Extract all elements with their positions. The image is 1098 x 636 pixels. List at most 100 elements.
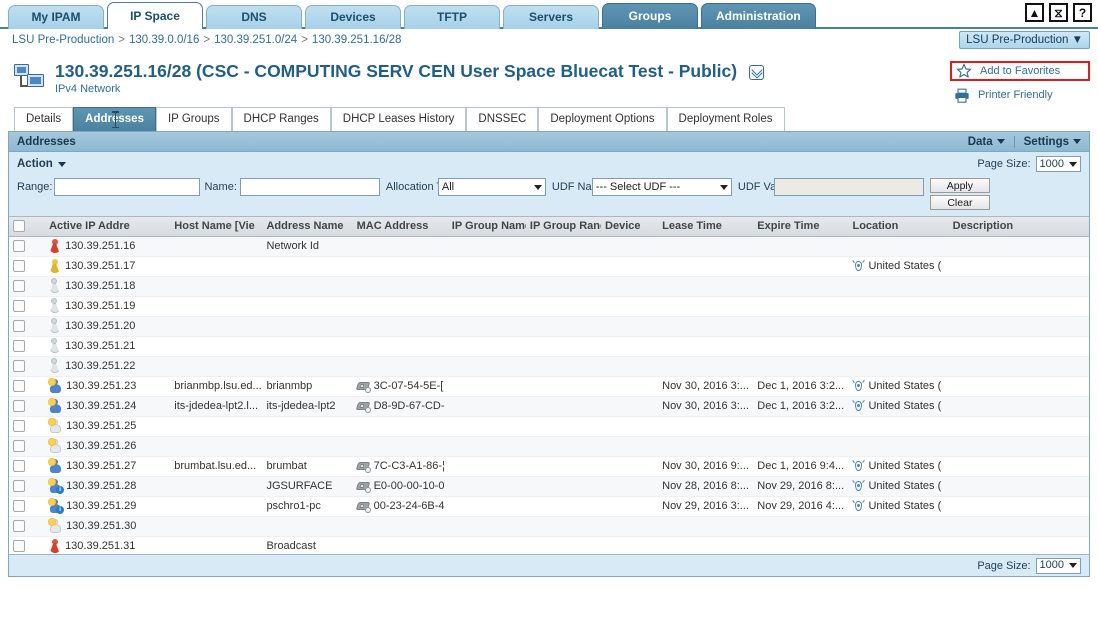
row-checkbox[interactable] bbox=[13, 340, 25, 353]
environment-select[interactable]: LSU Pre-Production ▼ bbox=[959, 31, 1090, 49]
col-device[interactable]: Device bbox=[601, 217, 659, 237]
table-row[interactable]: 130.39.251.20 bbox=[9, 316, 1089, 337]
breadcrumb-item-2[interactable]: 130.39.251.0/24 bbox=[214, 34, 297, 46]
table-row[interactable]: 130.39.251.26 bbox=[9, 436, 1089, 457]
col-expire-time[interactable]: Expire Time bbox=[753, 217, 849, 237]
table-row[interactable]: 130.39.251.19 bbox=[9, 296, 1089, 317]
row-checkbox[interactable] bbox=[13, 300, 25, 313]
clear-button[interactable]: Clear bbox=[929, 195, 990, 210]
pin-grey-icon bbox=[49, 298, 60, 313]
col-lease-time[interactable]: Lease Time bbox=[658, 217, 754, 237]
allocation-type-select[interactable]: All bbox=[437, 178, 546, 196]
select-all-checkbox[interactable] bbox=[13, 220, 25, 233]
table-row[interactable]: 130.39.251.17 United States ( bbox=[9, 256, 1089, 277]
cell-active-ip-address: 130.39.251.23 bbox=[45, 376, 171, 397]
action-menu[interactable]: Action bbox=[17, 158, 66, 170]
cell-host-name bbox=[170, 536, 263, 554]
sub-tab-label: DHCP Ranges bbox=[243, 113, 319, 125]
table-row[interactable]: 130.39.251.25 bbox=[9, 416, 1089, 437]
data-menu[interactable]: Data bbox=[968, 136, 1005, 148]
table-row[interactable]: i 130.39.251.29 pschro1-pc 00-23-24-6B-4 Nov… bbox=[9, 496, 1089, 517]
main-tab-groups[interactable]: Groups bbox=[602, 3, 698, 29]
allocation-type-value: All bbox=[441, 181, 455, 193]
location-text: United States ( bbox=[868, 260, 942, 272]
row-checkbox[interactable] bbox=[13, 240, 25, 253]
table-row[interactable]: 130.39.251.21 bbox=[9, 336, 1089, 357]
table-row[interactable]: i 130.39.251.28 JGSURFACE E0-00-00-10-0 Nov … bbox=[9, 476, 1089, 497]
main-tab-tftp[interactable]: TFTP bbox=[404, 5, 500, 29]
row-checkbox[interactable] bbox=[13, 380, 25, 393]
main-tab-dns[interactable]: DNS bbox=[206, 5, 302, 29]
printer-friendly-button[interactable]: Printer Friendly bbox=[950, 85, 1090, 105]
row-checkbox[interactable] bbox=[13, 460, 25, 473]
row-checkbox[interactable] bbox=[13, 400, 25, 413]
main-tab-devices[interactable]: Devices bbox=[305, 5, 401, 29]
col-active-ip-address[interactable]: Active IP Addre bbox=[45, 217, 171, 237]
help-icon[interactable]: ? bbox=[1073, 3, 1092, 22]
sub-tab-ip-groups[interactable]: IP Groups bbox=[155, 107, 232, 131]
breadcrumb-item-1[interactable]: 130.39.0.0/16 bbox=[129, 34, 199, 46]
breadcrumb-item-3[interactable]: 130.39.251.16/28 bbox=[312, 34, 402, 46]
row-checkbox[interactable] bbox=[13, 500, 25, 513]
sub-tab-dhcp-ranges[interactable]: DHCP Ranges bbox=[231, 107, 331, 131]
cell-mac-address bbox=[352, 516, 448, 537]
col-ip-group-range[interactable]: IP Group Range bbox=[525, 217, 602, 237]
cell-expire-time bbox=[753, 436, 849, 457]
row-select-cell bbox=[9, 256, 46, 277]
col-ip-group-name[interactable]: IP Group Name bbox=[447, 217, 526, 237]
col-host-name[interactable]: Host Name [Vie bbox=[170, 217, 263, 237]
environment-select-value: LSU Pre-Production bbox=[966, 34, 1069, 46]
table-row[interactable]: 130.39.251.22 bbox=[9, 356, 1089, 377]
table-row[interactable]: 130.39.251.16 Network Id bbox=[9, 236, 1089, 257]
row-checkbox[interactable] bbox=[13, 260, 25, 273]
table-row[interactable]: 130.39.251.24 its-jdedea-lpt2.l... its-jde… bbox=[9, 396, 1089, 417]
cell-lease-time: Nov 30, 2016 3:... bbox=[658, 376, 754, 397]
table-row[interactable]: 130.39.251.23 brianmbp.lsu.ed... brianmbp 3… bbox=[9, 376, 1089, 397]
cell-mac-address: 00-23-24-6B-4 bbox=[352, 496, 448, 517]
table-row[interactable]: 130.39.251.30 bbox=[9, 516, 1089, 537]
main-tab-servers[interactable]: Servers bbox=[503, 5, 599, 29]
breadcrumb-item-0[interactable]: LSU Pre-Production bbox=[12, 34, 114, 46]
chevron-down-icon bbox=[1069, 161, 1077, 167]
page-size-select-bottom[interactable]: 1000 bbox=[1035, 557, 1081, 574]
col-address-name[interactable]: Address Name bbox=[262, 217, 353, 237]
row-checkbox[interactable] bbox=[13, 280, 25, 293]
location-text: United States ( bbox=[868, 460, 942, 472]
row-checkbox[interactable] bbox=[13, 320, 25, 333]
sub-tab-details[interactable]: Details bbox=[14, 107, 74, 131]
row-checkbox[interactable] bbox=[13, 540, 25, 553]
udf-name-select[interactable]: --- Select UDF --- bbox=[591, 178, 732, 196]
col-location[interactable]: Location bbox=[848, 217, 949, 237]
row-checkbox[interactable] bbox=[13, 480, 25, 493]
main-tab-ip-space[interactable]: IP Space bbox=[107, 2, 203, 29]
udf-value-input[interactable] bbox=[773, 178, 924, 196]
table-row[interactable]: 130.39.251.27 brumbat.lsu.ed... brumbat 7C-… bbox=[9, 456, 1089, 477]
cell-host-name bbox=[170, 496, 263, 517]
sub-tab-deployment-options[interactable]: Deployment Options bbox=[538, 107, 667, 131]
col-description[interactable]: Description bbox=[948, 217, 1089, 237]
main-tab-administration[interactable]: Administration bbox=[701, 3, 816, 29]
cell-ip-group-range bbox=[525, 236, 602, 257]
sub-tab-addresses[interactable]: Addresses bbox=[73, 107, 156, 131]
collapse-icon[interactable]: ▲ bbox=[1025, 3, 1044, 22]
expand-details-icon[interactable] bbox=[748, 64, 764, 80]
col-mac-address[interactable]: MAC Address bbox=[352, 217, 448, 237]
row-checkbox[interactable] bbox=[13, 360, 25, 373]
row-checkbox[interactable] bbox=[13, 440, 25, 453]
main-tab-my-ipam[interactable]: My IPAM bbox=[8, 5, 104, 29]
row-checkbox[interactable] bbox=[13, 420, 25, 433]
cell-expire-time bbox=[753, 516, 849, 537]
history-icon[interactable]: ⧖ bbox=[1049, 3, 1068, 22]
range-input[interactable] bbox=[54, 178, 201, 196]
name-input[interactable] bbox=[239, 178, 380, 196]
sub-tab-dhcp-leases-history[interactable]: DHCP Leases History bbox=[330, 107, 467, 131]
table-row[interactable]: 130.39.251.31 Broadcast bbox=[9, 536, 1089, 554]
table-row[interactable]: 130.39.251.18 bbox=[9, 276, 1089, 297]
row-checkbox[interactable] bbox=[13, 520, 25, 533]
add-to-favorites-button[interactable]: Add to Favorites bbox=[950, 61, 1090, 81]
page-size-select-top[interactable]: 1000 bbox=[1035, 156, 1081, 172]
sub-tab-deployment-roles[interactable]: Deployment Roles bbox=[666, 107, 785, 131]
sub-tab-dnssec[interactable]: DNSSEC bbox=[466, 107, 539, 131]
settings-menu[interactable]: Settings bbox=[1024, 136, 1081, 148]
apply-button[interactable]: Apply bbox=[929, 178, 990, 193]
